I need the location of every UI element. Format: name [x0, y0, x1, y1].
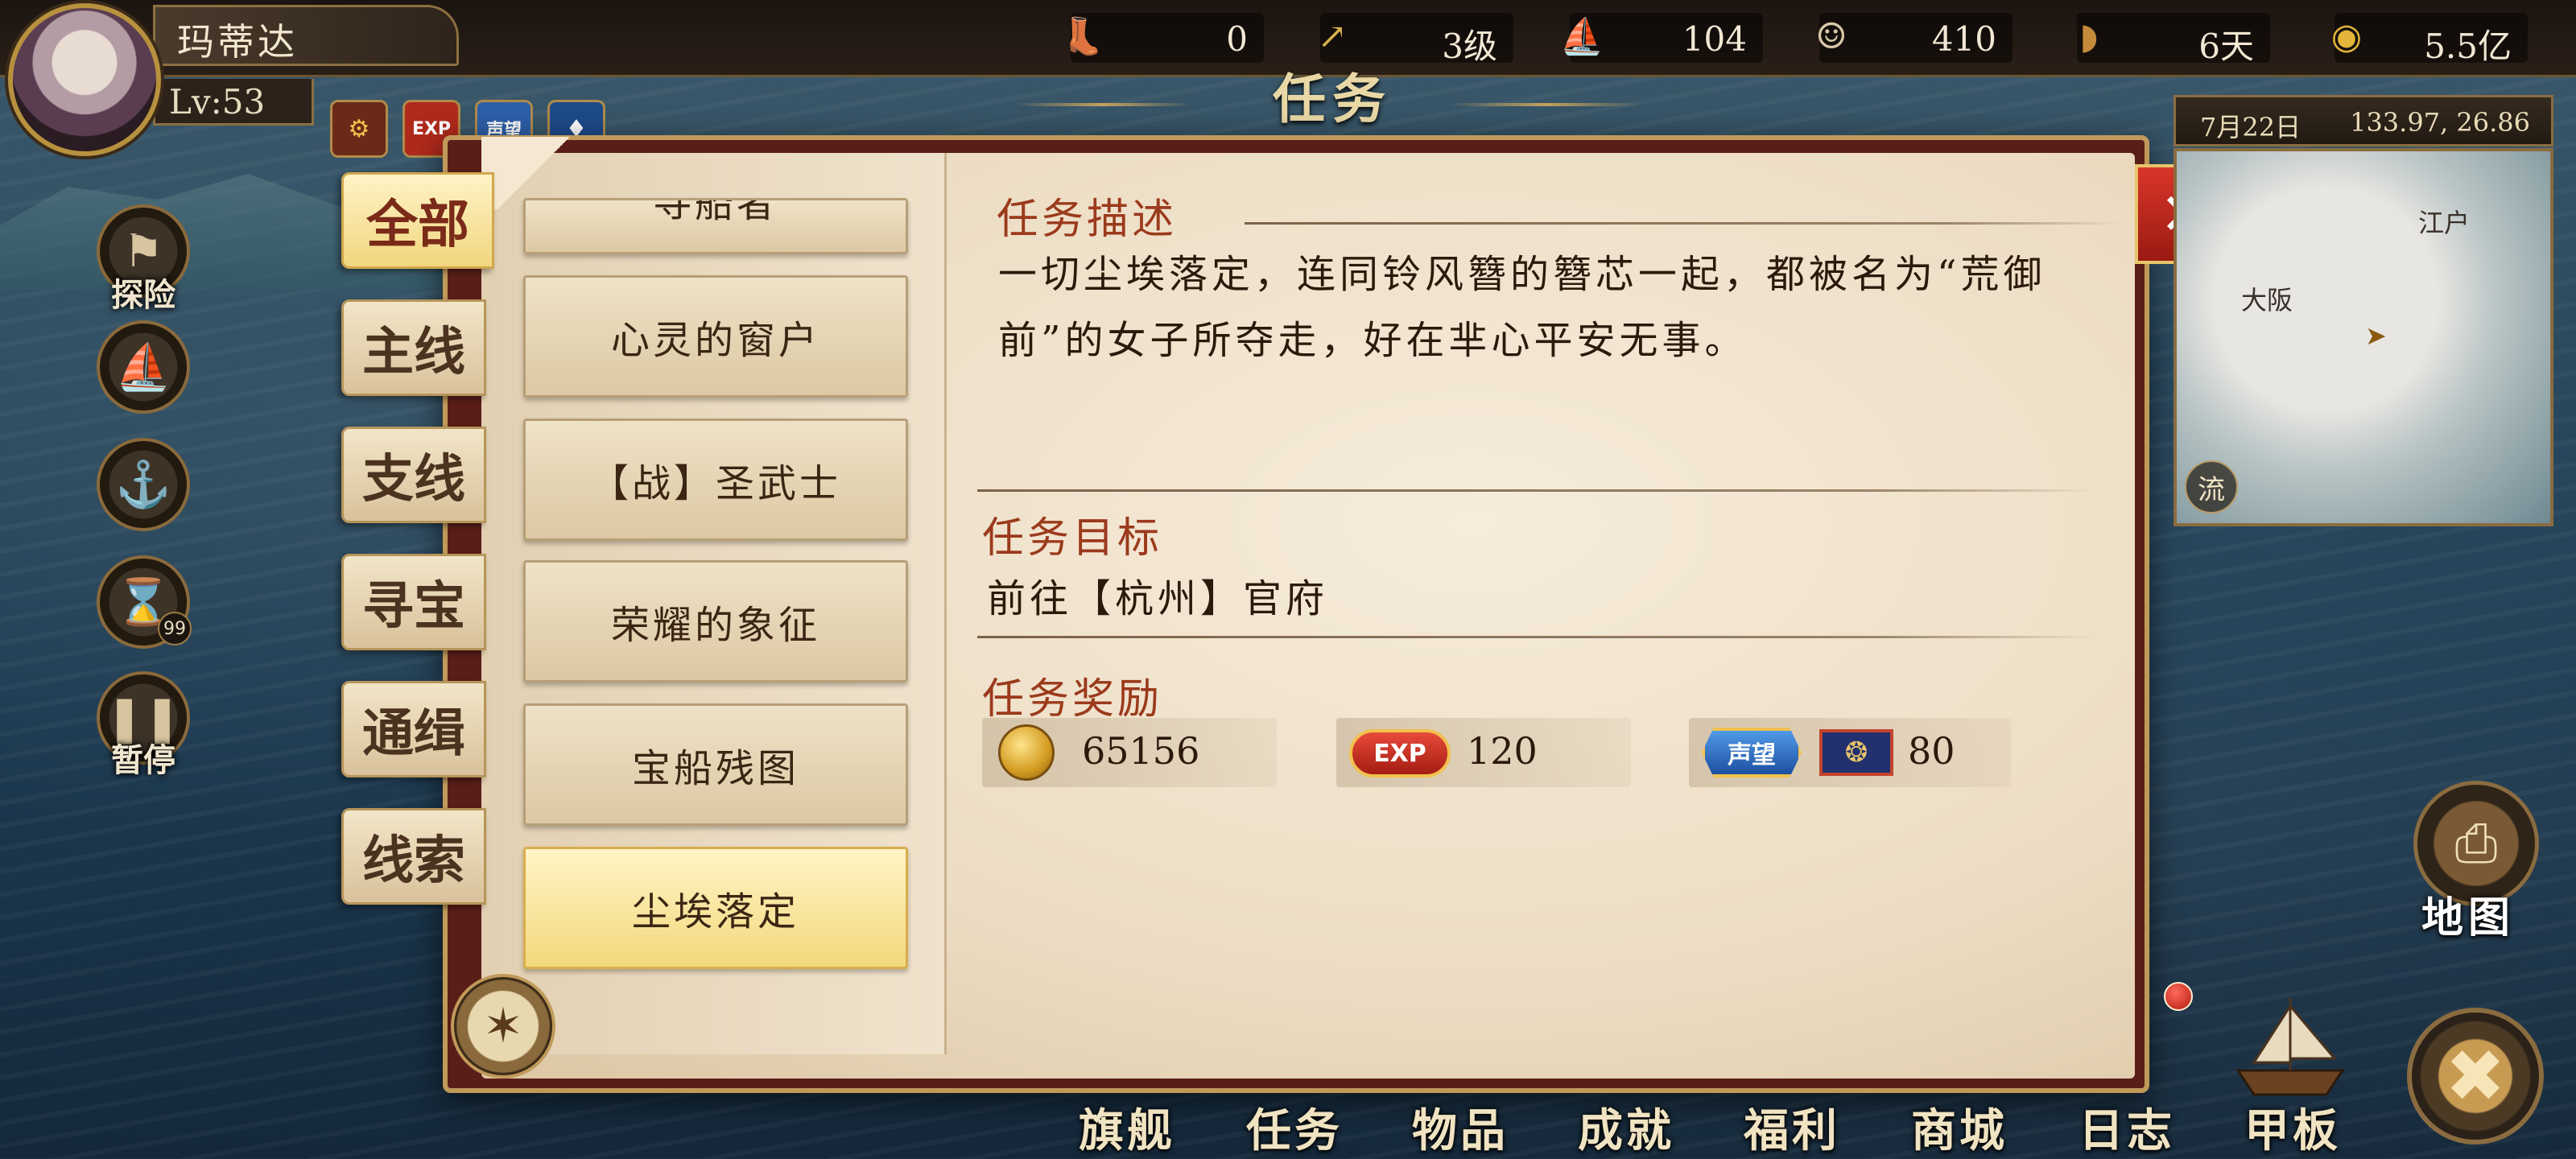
- reward-reputation: 声望 ❂ 80: [1689, 718, 2011, 787]
- deck-ship-icon[interactable]: [2222, 990, 2359, 1103]
- ship-marker-icon: ➤: [2365, 320, 2387, 351]
- ship-button[interactable]: ⛵: [97, 320, 190, 414]
- quest-item[interactable]: 荣耀的象征: [523, 560, 908, 683]
- explore-label: 探险: [111, 276, 175, 314]
- quest-item[interactable]: 心灵的窗户: [523, 275, 908, 398]
- resource-rank[interactable]: ↗ 3级: [1318, 13, 1513, 66]
- quest-description: 一切尘埃落定，连同铃风簪的簪芯一起，都被名为“荒御前”的女子所夺走，好在芈心平安…: [998, 252, 2046, 363]
- goal-heading: 任务目标: [982, 514, 1163, 563]
- category-tab-main[interactable]: 主线: [341, 299, 486, 396]
- player-name: 玛蒂达: [177, 20, 298, 64]
- notification-dot: [2164, 982, 2193, 1011]
- reward-heading: 任务奖励: [982, 675, 1163, 724]
- settings-button[interactable]: ⚙: [330, 100, 388, 158]
- divider: [977, 489, 2096, 492]
- resource-sailors[interactable]: ☺ 410: [1815, 13, 2013, 63]
- resource-value: 0: [1226, 19, 1248, 59]
- resource-boot[interactable]: 👢 0: [1061, 13, 1264, 63]
- category-tab-wanted[interactable]: 通缉: [341, 681, 486, 777]
- resource-ships[interactable]: ⛵ 104: [1560, 13, 1763, 63]
- dragon-flag-icon: ❂: [1819, 729, 1893, 776]
- sailboat-icon: [2235, 998, 2345, 1096]
- boot-icon: 👢: [1060, 16, 1105, 57]
- title-line-right: [1449, 103, 1642, 106]
- player-level: Lv:53: [169, 82, 266, 122]
- compass-icon: ✶: [451, 974, 555, 1079]
- category-tab-side[interactable]: 支线: [341, 427, 486, 523]
- reward-exp: EXP 120: [1336, 718, 1631, 787]
- minimap[interactable]: 江户 大阪 ➤ 流: [2174, 148, 2553, 526]
- scroll-map-icon: ⎙: [2454, 811, 2498, 874]
- exp-icon: EXP: [1349, 729, 1451, 777]
- battle-button[interactable]: ✖: [2407, 1008, 2544, 1145]
- resource-value: 5.5亿: [2424, 27, 2512, 66]
- gold-coin-icon: [998, 724, 1055, 781]
- place-label: 江户: [2418, 208, 2471, 238]
- bottom-tab-achievements[interactable]: 成就: [1578, 1095, 1674, 1159]
- resource-food[interactable]: ◗ 6天: [2077, 13, 2270, 66]
- hourglass-count-badge: 99: [158, 612, 192, 645]
- settings-icon: ⚙: [348, 114, 370, 143]
- arrow-up-icon: ↗: [1317, 15, 1348, 57]
- current-toggle-button[interactable]: 流: [2185, 460, 2238, 514]
- reputation-icon: 声望: [1702, 728, 1802, 777]
- reward-gold: 65156: [982, 718, 1277, 787]
- page-title: 任务: [1273, 68, 1392, 130]
- bottom-tab-quests[interactable]: 任务: [1246, 1095, 1343, 1159]
- map-button-label: 地图: [2421, 893, 2516, 942]
- resource-value: 104: [1682, 19, 1747, 59]
- quest-item[interactable]: 寻船者: [523, 198, 908, 254]
- bottom-tab-deck[interactable]: 甲板: [2244, 1095, 2341, 1159]
- description-heading: 任务描述: [997, 196, 1178, 244]
- crossed-swords-icon: ✖: [2445, 1033, 2506, 1119]
- ship-icon: ⛵: [1559, 16, 1604, 57]
- bottom-tab-flagship[interactable]: 旗舰: [1079, 1095, 1175, 1159]
- minimap-header: 7月22日 133.97, 26.86: [2174, 95, 2553, 146]
- place-label: 大阪: [2241, 285, 2293, 316]
- reward-value: 80: [1908, 729, 1955, 773]
- bottom-tab-items[interactable]: 物品: [1412, 1095, 1509, 1159]
- bottom-tab-welfare[interactable]: 福利: [1744, 1095, 1840, 1159]
- title-line-left: [1014, 103, 1191, 106]
- game-date: 7月22日: [2200, 112, 2301, 142]
- category-tab-clues[interactable]: 线索: [341, 808, 486, 905]
- category-tab-treasure[interactable]: 寻宝: [341, 554, 486, 650]
- exp-label: EXP: [411, 118, 452, 139]
- reward-value: 65156: [1082, 729, 1200, 773]
- reward-value: 120: [1467, 729, 1538, 773]
- resource-value: 6天: [2198, 27, 2254, 66]
- pause-label: 暂停: [111, 741, 175, 779]
- quest-item[interactable]: 【战】圣武士: [523, 419, 908, 541]
- resource-value: 410: [1931, 19, 1996, 59]
- quest-goal: 前往【杭州】官府: [987, 576, 1329, 621]
- bottom-tab-shop[interactable]: 商城: [1911, 1095, 2008, 1159]
- divider: [1245, 222, 2122, 225]
- anchor-icon: ⚓: [115, 459, 171, 511]
- resource-gold[interactable]: ◉ 5.5亿: [2331, 13, 2528, 66]
- bottom-tab-log[interactable]: 日志: [2079, 1095, 2175, 1159]
- divider: [977, 636, 2096, 638]
- sailor-icon: ☺: [1815, 15, 1847, 57]
- quest-item-selected[interactable]: 尘埃落定: [523, 847, 908, 969]
- gold-coin-icon: ◉: [2330, 15, 2363, 57]
- quest-item[interactable]: 宝船残图: [523, 703, 908, 826]
- coordinates: 133.97, 26.86: [2350, 107, 2530, 138]
- player-avatar[interactable]: [8, 3, 161, 156]
- category-tab-all[interactable]: 全部: [341, 172, 494, 269]
- quest-item-label: 寻船者: [652, 198, 778, 226]
- anchor-button[interactable]: ⚓: [97, 438, 190, 531]
- ship-icon: ⛵: [115, 341, 171, 394]
- bread-icon: ◗: [2079, 15, 2099, 57]
